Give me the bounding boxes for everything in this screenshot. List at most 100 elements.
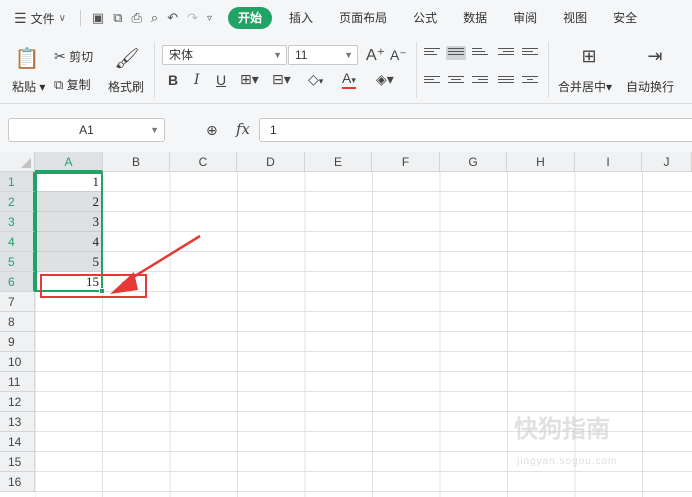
column-header-g[interactable]: G (440, 152, 507, 172)
cell-style-icon[interactable]: ⊟▾ (272, 71, 291, 88)
row-header-15[interactable]: 15 (0, 452, 35, 472)
select-all-corner[interactable] (0, 152, 35, 172)
cell-a4[interactable]: 4 (35, 232, 103, 252)
copy-button[interactable]: ⧉ 复制 (54, 76, 91, 93)
chevron-down-icon: ∨ (58, 12, 66, 24)
justify-icon[interactable] (498, 74, 514, 88)
align-middle-icon[interactable] (446, 46, 466, 60)
watermark-logo: 快狗指南 (514, 416, 610, 443)
fill-color-icon[interactable]: ◇▾ (308, 71, 323, 88)
cell-a5[interactable]: 5 (35, 252, 103, 272)
row-header-14[interactable]: 14 (0, 432, 35, 452)
underline-icon[interactable]: U (216, 72, 226, 88)
export-icon[interactable]: ⧉ (113, 10, 122, 26)
menu-bar: ☰ 文件 ∨ ▣ ⧉ ⎙ ⌕ ↶ ↷ ▿ 开始 插入 页面布局 公式 数据 审阅… (0, 0, 692, 36)
row-header-11[interactable]: 11 (0, 372, 35, 392)
merge-center-button[interactable]: ⊞ (574, 46, 604, 67)
print-icon[interactable]: ⎙ (132, 10, 142, 26)
cell-area[interactable] (35, 172, 692, 497)
scissors-icon: ✂ (54, 48, 66, 64)
distributed-icon[interactable] (522, 74, 538, 88)
column-header-a[interactable]: A (35, 152, 103, 172)
watermark-url: jingyan.sogou.com (517, 456, 618, 467)
formula-input[interactable]: 1 (259, 118, 692, 142)
row-header-10[interactable]: 10 (0, 352, 35, 372)
row-header-8[interactable]: 8 (0, 312, 35, 332)
merge-center-label: 合并居中▾ (558, 80, 613, 94)
format-painter-button[interactable]: 🖌 (112, 46, 142, 71)
format-painter-label: 格式刷 (108, 80, 145, 94)
cell-a3[interactable]: 3 (35, 212, 103, 232)
tab-page-layout[interactable]: 页面布局 (326, 0, 400, 36)
ribbon-tabs: 开始 插入 页面布局 公式 数据 审阅 视图 安全 (224, 0, 650, 36)
name-box-value: A1 (79, 123, 94, 137)
increase-font-icon[interactable]: A⁺ (366, 45, 385, 65)
column-header-i[interactable]: I (575, 152, 642, 172)
align-center-icon[interactable] (448, 74, 464, 88)
borders-icon[interactable]: ⊞▾ (240, 71, 259, 88)
merge-icon: ⊞ (581, 46, 597, 66)
divider (154, 42, 155, 98)
indent-increase-icon[interactable] (522, 46, 538, 60)
row-header-2[interactable]: 2 (0, 192, 35, 212)
chevron-down-icon: ▼ (273, 50, 282, 60)
chevron-down-icon: ▼ (344, 50, 353, 60)
more-dropdown-icon[interactable]: ▿ (207, 13, 212, 24)
indent-decrease-icon[interactable] (498, 46, 514, 60)
font-name-select[interactable]: 宋体 ▼ (162, 45, 287, 65)
paste-button[interactable]: 📋 (12, 46, 42, 71)
font-name-value: 宋体 (169, 48, 194, 62)
file-menu[interactable]: ☰ 文件 ∨ (0, 0, 66, 36)
paste-label: 粘贴 ▾ (12, 80, 46, 94)
cell-a2[interactable]: 2 (35, 192, 103, 212)
save-icon[interactable]: ▣ (92, 10, 104, 26)
row-header-6[interactable]: 6 (0, 272, 35, 292)
row-header-12[interactable]: 12 (0, 392, 35, 412)
row-header-3[interactable]: 3 (0, 212, 35, 232)
column-header-j[interactable]: J (642, 152, 692, 172)
align-bottom-icon[interactable] (472, 46, 488, 60)
quick-access-toolbar: ▣ ⧉ ⎙ ⌕ ↶ ↷ ▿ (78, 10, 212, 26)
align-top-icon[interactable] (424, 46, 440, 60)
wrap-text-button[interactable]: ⇥ (640, 46, 670, 67)
name-box[interactable]: A1 ▼ (8, 118, 165, 142)
divider (548, 42, 549, 98)
column-header-d[interactable]: D (237, 152, 305, 172)
spreadsheet-grid: A B C D E F G H I J 1 2 3 4 5 6 7 8 9 10… (0, 152, 692, 497)
tab-formulas[interactable]: 公式 (400, 0, 450, 36)
tab-data[interactable]: 数据 (450, 0, 500, 36)
decrease-font-icon[interactable]: A⁻ (390, 47, 407, 64)
row-header-16[interactable]: 16 (0, 472, 35, 492)
bold-icon[interactable]: B (168, 72, 178, 88)
italic-icon[interactable]: I (194, 72, 200, 88)
tab-view[interactable]: 视图 (550, 0, 600, 36)
clear-icon[interactable]: ◈▾ (376, 71, 394, 88)
print-preview-icon[interactable]: ⌕ (151, 10, 158, 26)
zoom-icon[interactable]: ⊕ (206, 122, 218, 139)
row-header-7[interactable]: 7 (0, 292, 35, 312)
cut-button[interactable]: ✂ 剪切 (54, 48, 93, 65)
hamburger-icon: ☰ (14, 9, 27, 26)
align-right-icon[interactable] (472, 74, 488, 88)
column-header-h[interactable]: H (507, 152, 575, 172)
redo-icon[interactable]: ↷ (187, 10, 198, 26)
row-header-4[interactable]: 4 (0, 232, 35, 252)
row-header-13[interactable]: 13 (0, 412, 35, 432)
font-size-select[interactable]: 11 ▼ (288, 45, 358, 65)
tab-home[interactable]: 开始 (228, 7, 273, 29)
tab-review[interactable]: 审阅 (500, 0, 550, 36)
tab-insert[interactable]: 插入 (276, 0, 326, 36)
font-color-icon[interactable]: A▾ (342, 71, 356, 89)
row-header-9[interactable]: 9 (0, 332, 35, 352)
tab-security[interactable]: 安全 (600, 0, 650, 36)
column-header-b[interactable]: B (103, 152, 170, 172)
column-header-f[interactable]: F (372, 152, 440, 172)
undo-icon[interactable]: ↶ (167, 10, 178, 26)
column-header-e[interactable]: E (305, 152, 372, 172)
align-left-icon[interactable] (424, 74, 440, 88)
row-header-1[interactable]: 1 (0, 172, 35, 192)
cell-a1[interactable]: 1 (35, 172, 103, 192)
fx-label[interactable]: fx (236, 120, 250, 138)
row-header-5[interactable]: 5 (0, 252, 35, 272)
column-header-c[interactable]: C (170, 152, 237, 172)
